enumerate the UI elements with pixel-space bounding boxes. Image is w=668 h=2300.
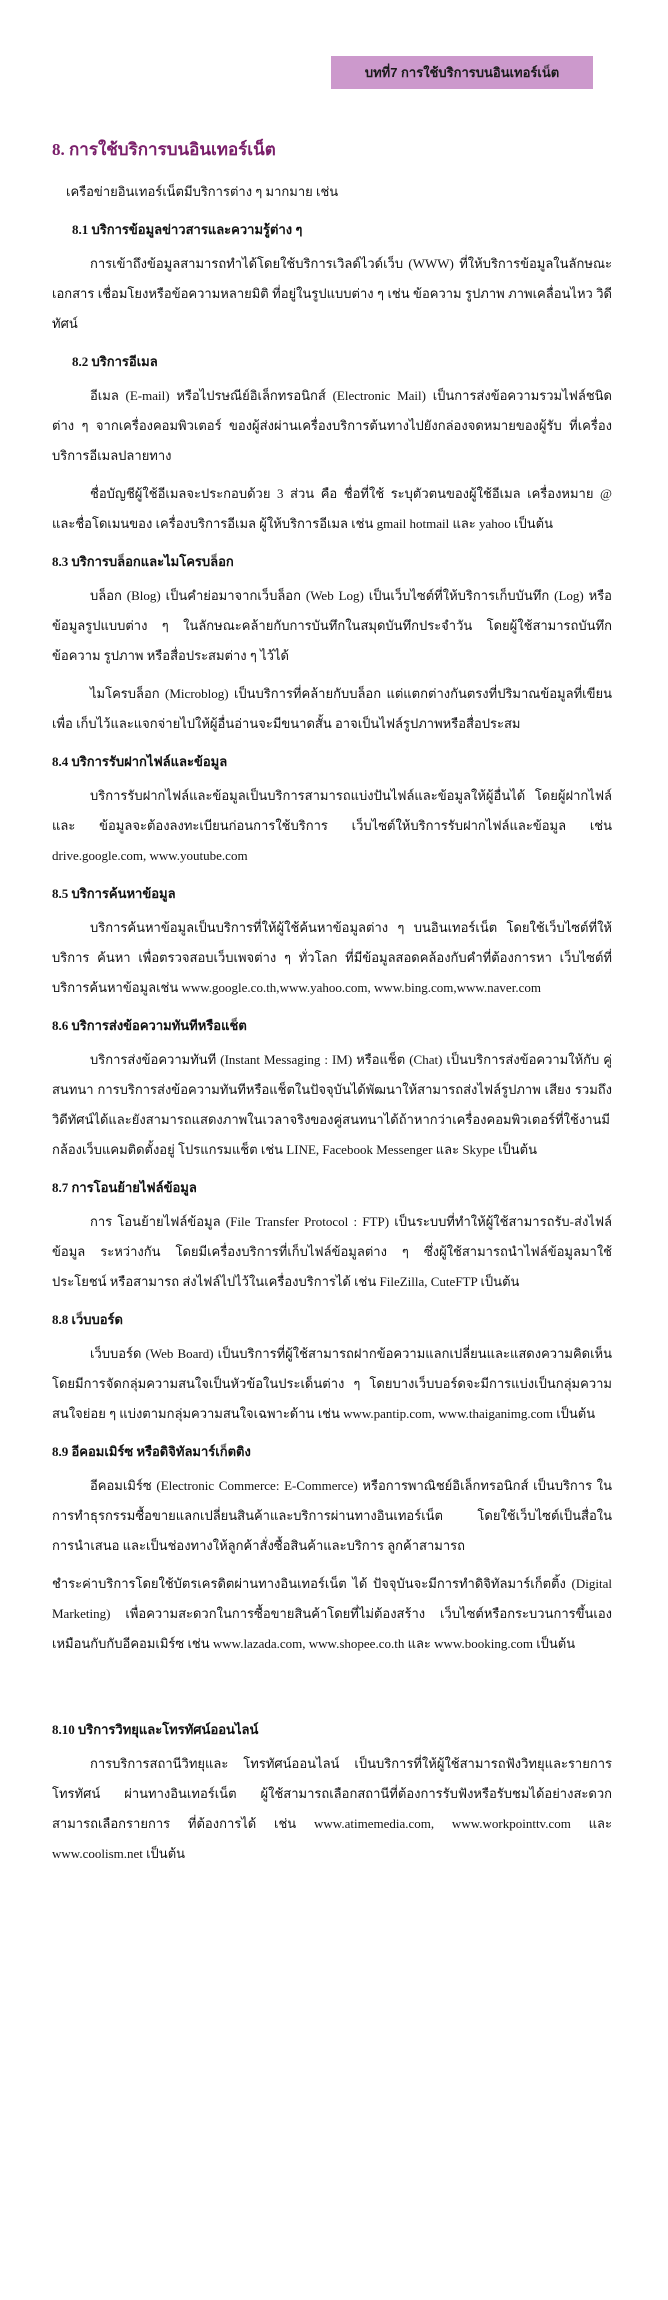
paragraph-8-9-a: อีคอมเมิร์ซ (Electronic Commerce: E-Comm…: [52, 1478, 612, 1553]
paragraph-8-7: การ โอนย้ายไฟล์ข้อมูล (File Transfer Pro…: [52, 1214, 612, 1289]
heading-8-8: 8.8 เว็บบอร์ด: [52, 1312, 123, 1327]
heading-8-3: 8.3 บริการบล็อกและไมโครบล็อก: [52, 554, 234, 569]
heading-8-7: 8.7 การโอนย้ายไฟล์ข้อมูล: [52, 1180, 197, 1195]
heading-8-10: 8.10 บริการวิทยุและโทรทัศน์ออนไลน์: [52, 1722, 259, 1737]
paragraph-8-3-a: บล็อก (Blog) เป็นคำย่อมาจากเว็บล็อก (Web…: [52, 588, 612, 663]
heading-8-4: 8.4 บริการรับฝากไฟล์และข้อมูล: [52, 754, 228, 769]
section-intro: เครือข่ายอินเทอร์เน็ตมีบริการต่าง ๆ มากม…: [66, 184, 339, 199]
heading-8-6: 8.6 บริการส่งข้อความทันทีหรือแช็ต: [52, 1018, 247, 1033]
heading-8-9: 8.9 อีคอมเมิร์ซ หรือดิจิทัลมาร์เก็ตติง: [52, 1444, 251, 1459]
paragraph-8-2-b: ชื่อบัญชีผู้ใช้อีเมลจะประกอบด้วย 3 ส่วน …: [52, 486, 612, 531]
document-content: 8. การใช้บริการบนอินเทอร์เน็ต เครือข่ายอ…: [52, 136, 612, 1869]
section-title: 8. การใช้บริการบนอินเทอร์เน็ต: [52, 140, 276, 159]
chapter-header-banner: บทที่7 การใช้บริการบนอินเทอร์เน็ต: [331, 56, 593, 89]
paragraph-8-5: บริการค้นหาข้อมูลเป็นบริการที่ให้ผู้ใช้ค…: [52, 920, 612, 995]
paragraph-8-3-b: ไมโครบล็อก (Microblog) เป็นบริการที่คล้า…: [52, 686, 612, 731]
heading-8-5: 8.5 บริการค้นหาข้อมูล: [52, 886, 176, 901]
paragraph-8-2-a: อีเมล (E-mail) หรือไปรษณีย์อิเล็กทรอนิกส…: [52, 388, 612, 463]
paragraph-8-9-b: ชำระค่าบริการโดยใช้บัตรเครดิตผ่านทางอินเ…: [52, 1576, 612, 1651]
heading-8-2: 8.2 บริการอีเมล: [72, 354, 158, 369]
paragraph-8-6: บริการส่งข้อความทันที (Instant Messaging…: [52, 1052, 612, 1157]
paragraph-8-1: การเข้าถึงข้อมูลสามารถทำได้โดยใช้บริการเ…: [52, 256, 612, 331]
paragraph-8-10: การบริการสถานีวิทยุและ โทรทัศน์ออนไลน์ เ…: [52, 1756, 612, 1861]
heading-8-1: 8.1 บริการข้อมูลข่าวสารและความรู้ต่าง ๆ: [72, 222, 303, 237]
paragraph-8-8: เว็บบอร์ด (Web Board) เป็นบริการที่ผู้ใช…: [52, 1346, 612, 1421]
document-page: บทที่7 การใช้บริการบนอินเทอร์เน็ต 8. การ…: [0, 0, 668, 2300]
paragraph-8-4: บริการรับฝากไฟล์และข้อมูลเป็นบริการสามาร…: [52, 788, 612, 863]
